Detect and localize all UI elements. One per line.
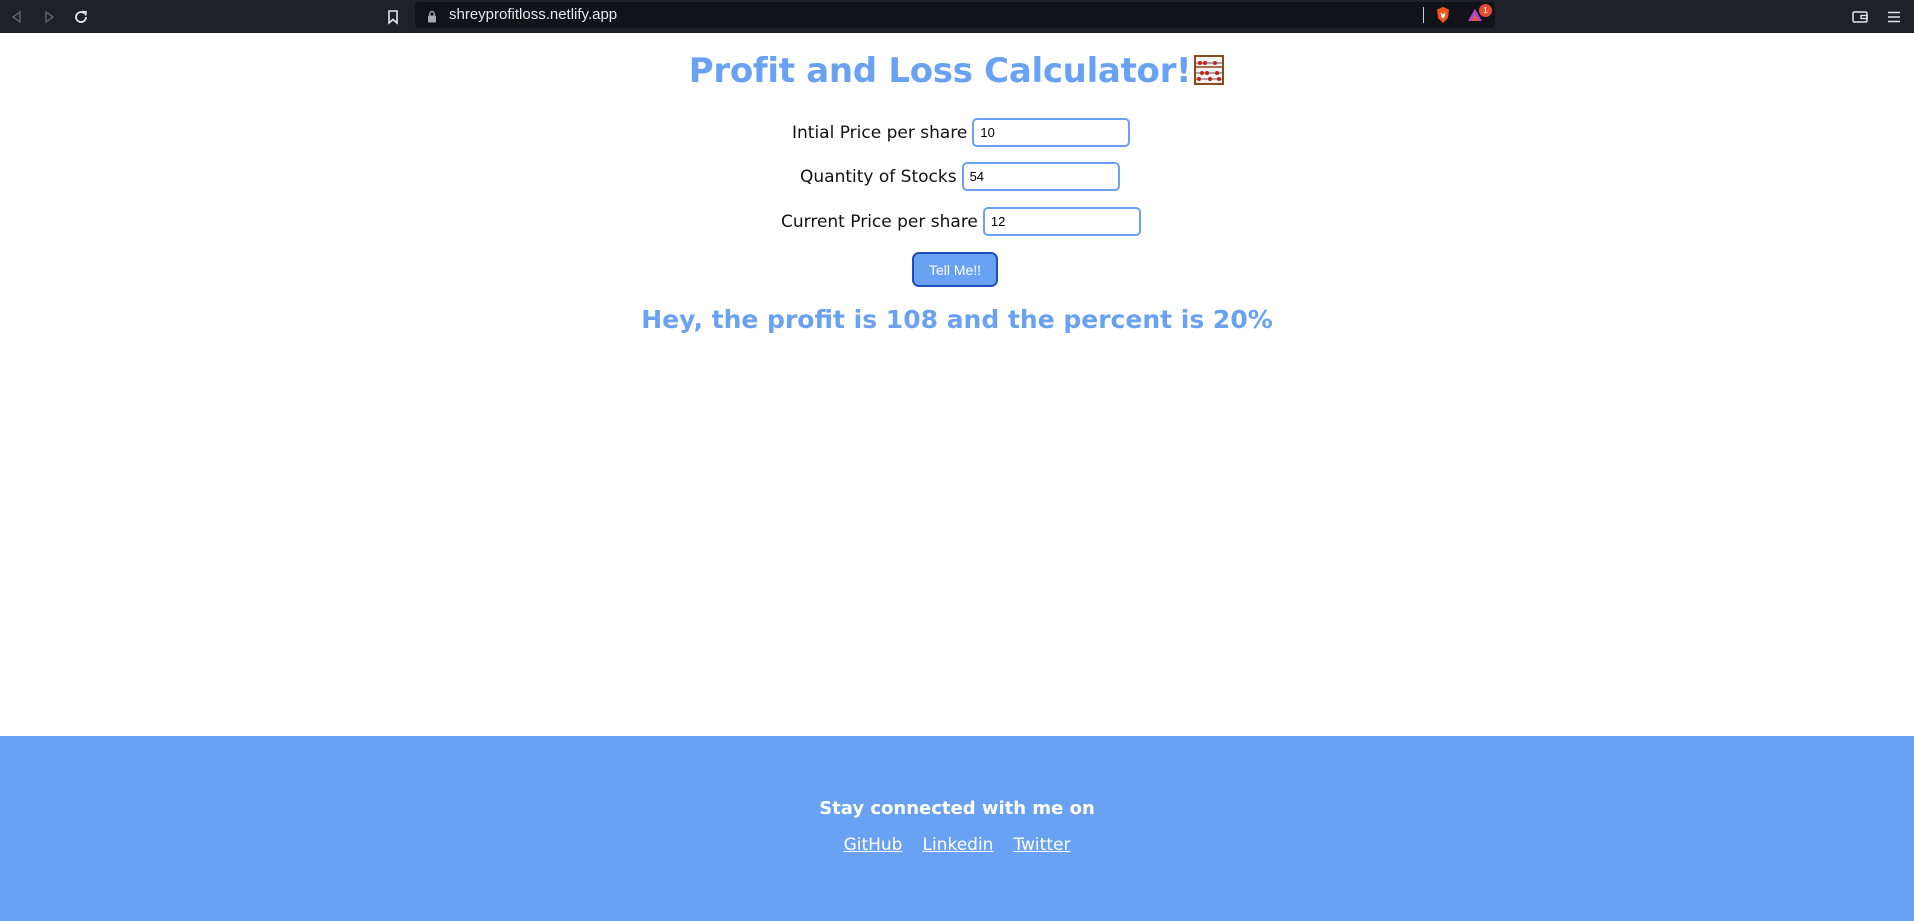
bookmark-icon[interactable] xyxy=(381,5,405,29)
notification-badge: 1 xyxy=(1479,4,1492,17)
footer-links: GitHub Linkedin Twitter xyxy=(0,835,1914,855)
url-divider xyxy=(1423,7,1424,23)
result-message: Hey, the profit is 108 and the percent i… xyxy=(641,305,1273,334)
initial-price-input[interactable] xyxy=(972,118,1131,147)
address-bar[interactable]: shreyprofitloss.netlify.app 1 xyxy=(415,2,1495,28)
page-content: Profit and Loss Calculator! Intial Price… xyxy=(0,33,1914,736)
current-price-row: Current Price per share xyxy=(781,207,1141,236)
lock-icon xyxy=(427,8,437,27)
current-price-label: Current Price per share xyxy=(781,211,978,232)
footer: Stay connected with me on GitHub Linkedi… xyxy=(0,736,1914,921)
abacus-icon xyxy=(1193,54,1225,95)
initial-price-label: Intial Price per share xyxy=(792,122,968,143)
forward-arrow-icon[interactable] xyxy=(37,5,61,29)
brave-shield-icon[interactable] xyxy=(1435,6,1451,28)
quantity-row: Quantity of Stocks xyxy=(800,162,1120,191)
quantity-input[interactable] xyxy=(961,162,1120,191)
tell-me-button[interactable]: Tell Me!! xyxy=(912,252,998,287)
twitter-link[interactable]: Twitter xyxy=(1013,835,1070,855)
current-price-input[interactable] xyxy=(982,207,1141,236)
github-link[interactable]: GitHub xyxy=(844,835,903,855)
quantity-label: Quantity of Stocks xyxy=(800,166,957,187)
page-title-text: Profit and Loss Calculator! xyxy=(688,51,1192,91)
linkedin-link[interactable]: Linkedin xyxy=(922,835,993,855)
wallet-icon[interactable] xyxy=(1848,5,1872,29)
back-arrow-icon[interactable] xyxy=(5,5,29,29)
page-title: Profit and Loss Calculator! xyxy=(0,51,1914,95)
url-text: shreyprofitloss.netlify.app xyxy=(449,6,618,23)
browser-toolbar: shreyprofitloss.netlify.app 1 xyxy=(0,0,1914,33)
initial-price-row: Intial Price per share xyxy=(792,118,1131,147)
footer-heading: Stay connected with me on xyxy=(819,798,1095,819)
reload-icon[interactable] xyxy=(69,5,93,29)
hamburger-menu-icon[interactable] xyxy=(1882,5,1906,29)
